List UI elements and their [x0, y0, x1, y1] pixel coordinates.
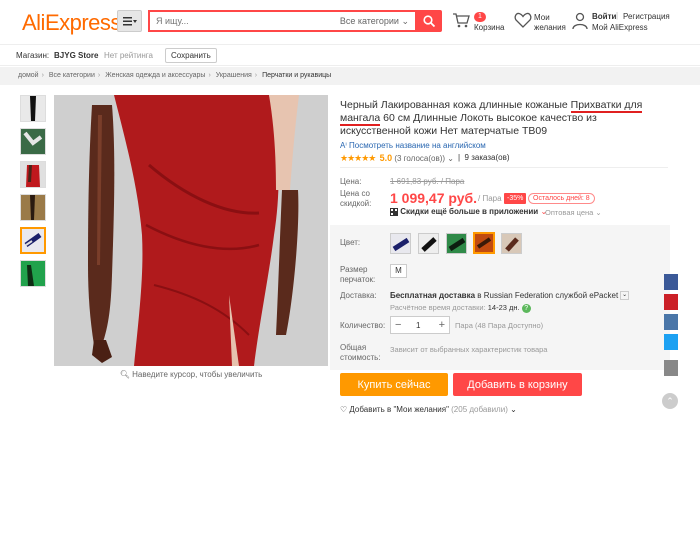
- vk-share-icon[interactable]: [664, 314, 678, 330]
- translate-icon: Aⁱ: [340, 141, 347, 150]
- save-store-button[interactable]: Сохранить: [165, 48, 217, 63]
- thumbnail-list: [20, 95, 50, 293]
- quantity-label: Количество:: [340, 321, 386, 330]
- category-select[interactable]: Все категории ⌄: [340, 16, 409, 27]
- translate-title-link[interactable]: Aⁱ Посмотреть название на английском: [340, 141, 486, 150]
- color-option[interactable]: [390, 233, 411, 254]
- menu-icon: [122, 17, 137, 26]
- color-option[interactable]: [501, 233, 522, 254]
- site-header: AliExpress Все категории ⌄ 1 Корзина Мои…: [0, 0, 700, 44]
- scroll-top-icon[interactable]: ⌃: [662, 393, 678, 409]
- product-title: Черный Лакированная кожа длинные кожаные…: [340, 99, 643, 137]
- thumbnail-image[interactable]: [20, 161, 46, 188]
- orders-count: | 9 заказа(ов): [458, 153, 510, 162]
- days-left-badge: Осталось дней: 8: [528, 193, 595, 204]
- search-bar: Все категории ⌄: [148, 10, 415, 32]
- thumbnail-image[interactable]: [20, 260, 46, 287]
- quantity-note: Пара (48 Пара Доступно): [455, 321, 544, 330]
- rating-value: 5.0: [379, 153, 393, 163]
- twitter-share-icon[interactable]: [664, 334, 678, 350]
- thumbnail-image[interactable]: [20, 128, 46, 155]
- total-label: Общая стоимость:: [340, 343, 381, 362]
- quantity-increase-button[interactable]: +: [439, 319, 445, 331]
- size-option[interactable]: M: [390, 264, 407, 278]
- breadcrumb: домой › Все категории › Женская одежда и а…: [0, 67, 700, 85]
- checkmark-icon: ?: [521, 304, 531, 313]
- search-icon: [422, 15, 435, 27]
- store-label: Магазин:: [16, 51, 50, 60]
- store-rating: Нет рейтинга: [104, 51, 153, 60]
- cart-count-badge: 1: [474, 12, 486, 22]
- breadcrumb-item[interactable]: Все категории: [49, 72, 95, 79]
- search-input[interactable]: [150, 12, 340, 30]
- cart-link[interactable]: Корзина: [474, 23, 504, 32]
- color-label: Цвет:: [340, 238, 361, 247]
- thumbnail-image[interactable]: [20, 194, 46, 221]
- divider: [340, 167, 668, 168]
- chevron-down-icon: ⌄: [620, 291, 630, 301]
- product-main-image[interactable]: [54, 95, 328, 366]
- color-option[interactable]: [418, 233, 439, 254]
- chevron-down-icon: ⌄: [510, 405, 517, 414]
- quantity-decrease-button[interactable]: −: [395, 319, 401, 331]
- pinterest-share-icon[interactable]: [664, 294, 678, 310]
- category-menu-button[interactable]: [117, 10, 142, 32]
- breadcrumb-item[interactable]: Перчатки и рукавицы: [262, 72, 331, 79]
- more-share-icon[interactable]: [664, 360, 678, 376]
- votes-count: (3 голоса(ов)): [394, 154, 446, 163]
- size-label: Размер перчаток:: [340, 265, 376, 284]
- store-bar: Магазин: BJYG Store Нет рейтинга Сохрани…: [0, 44, 700, 66]
- shipping-label: Доставка:: [340, 291, 377, 300]
- breadcrumb-item[interactable]: Украшения: [216, 72, 252, 79]
- breadcrumb-item[interactable]: Женская одежда и аксессуары: [105, 72, 205, 79]
- search-button[interactable]: [415, 10, 442, 32]
- delivery-time: Расчётное время доставки: 14-23 дн. ?: [390, 303, 531, 313]
- app-discount-link[interactable]: Скидки ещё больше в приложении ⌄: [390, 207, 547, 216]
- price-label: Цена:: [340, 177, 362, 186]
- add-to-wishlist-link[interactable]: ♡ Добавить в "Мои желания" (205 добавили…: [340, 405, 517, 414]
- aliexpress-logo[interactable]: AliExpress: [22, 10, 121, 36]
- sale-price: 1 099,47 руб.: [390, 190, 478, 206]
- account-separator: |: [616, 11, 619, 20]
- rating-row[interactable]: ★★★★★ 5.0 (3 голоса(ов)) ⌄: [340, 153, 454, 164]
- thumbnail-image[interactable]: [20, 95, 46, 122]
- color-option-selected[interactable]: [473, 232, 495, 254]
- discount-badge: -35%: [504, 193, 527, 204]
- wholesale-price-link[interactable]: Оптовая цена ⌄: [545, 208, 602, 217]
- facebook-share-icon[interactable]: [664, 274, 678, 290]
- add-to-cart-button[interactable]: Добавить в корзину: [453, 373, 582, 396]
- heart-icon: ♡: [340, 405, 348, 414]
- star-rating-icon: ★★★★★: [340, 153, 376, 163]
- cart-icon[interactable]: [452, 12, 470, 28]
- quantity-input[interactable]: 1: [416, 321, 420, 330]
- heart-icon[interactable]: [514, 12, 532, 28]
- buy-now-button[interactable]: Купить сейчас: [340, 373, 448, 396]
- total-note: Зависит от выбранных характеристик товар…: [390, 345, 548, 354]
- thumbnail-image-selected[interactable]: [20, 227, 46, 254]
- store-name-link[interactable]: BJYG Store: [54, 51, 98, 60]
- old-price: 1 691,83 руб. / Пара: [390, 177, 465, 186]
- qr-code-icon: [390, 207, 398, 216]
- wishlist-link[interactable]: Мои желания: [534, 13, 574, 33]
- login-link[interactable]: Войти: [592, 12, 616, 21]
- chevron-down-icon: ⌄: [447, 154, 454, 163]
- color-option[interactable]: [446, 233, 467, 254]
- zoom-icon: 🔍︎: [119, 370, 130, 379]
- discount-price-label: Цена со скидкой:: [340, 189, 372, 208]
- register-link[interactable]: Регистрация: [623, 12, 670, 21]
- quantity-stepper: − 1 +: [390, 316, 450, 334]
- my-account-link[interactable]: Мой AliExpress: [592, 23, 648, 32]
- price-unit: / Пара: [478, 194, 502, 203]
- user-icon[interactable]: [571, 12, 589, 30]
- zoom-hint: 🔍︎ Наведите курсор, чтобы увеличить: [119, 370, 263, 379]
- shipping-info[interactable]: Бесплатная доставка в Russian Federation…: [390, 291, 630, 301]
- breadcrumb-item[interactable]: домой: [18, 72, 39, 79]
